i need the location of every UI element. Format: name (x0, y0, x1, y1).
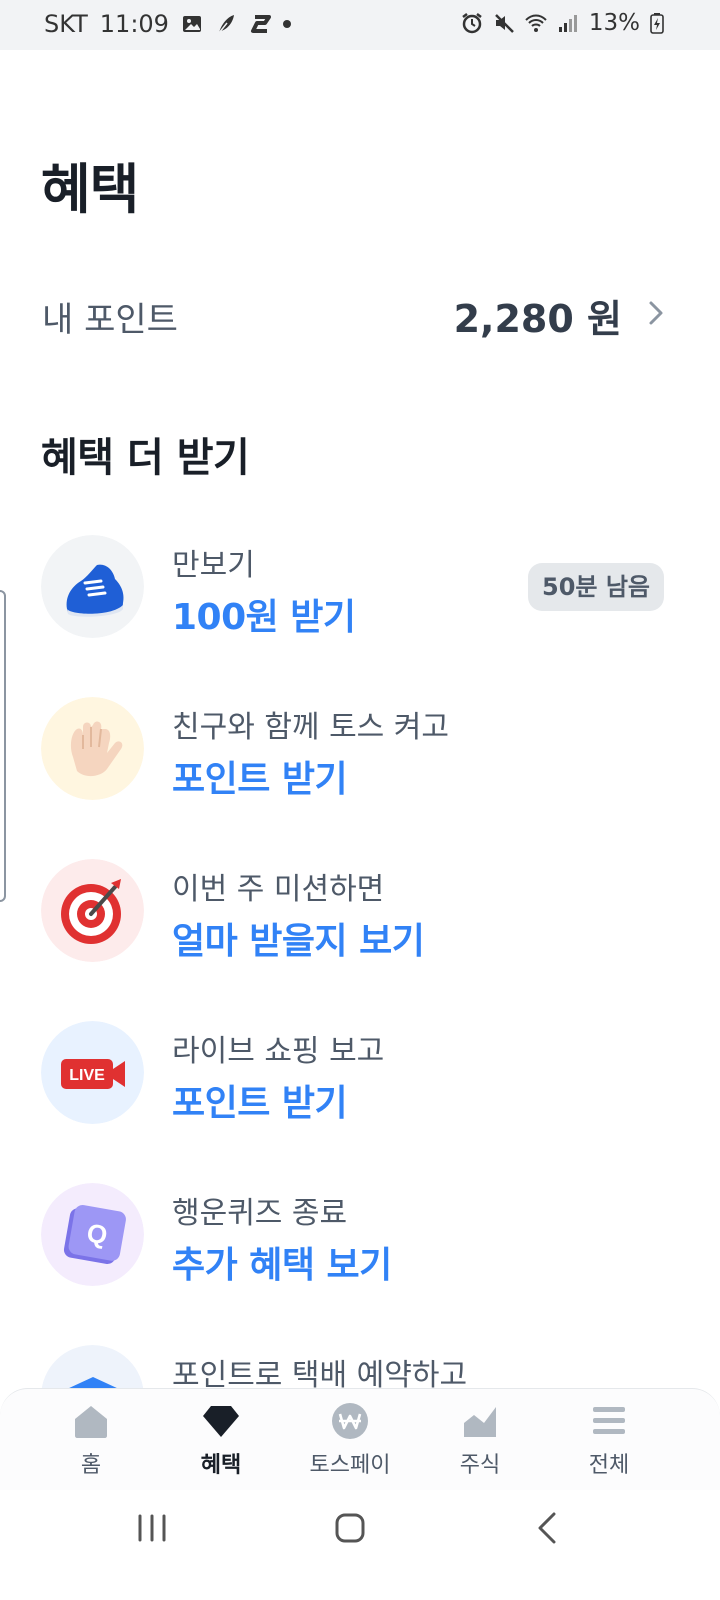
feather-icon (218, 15, 234, 34)
target-dart-icon (41, 859, 144, 962)
tab-all[interactable]: 전체 (549, 1401, 669, 1485)
benefit-item-pedometer[interactable]: 만보기 100원 받기 50분 남음 (0, 520, 720, 682)
benefit-subtitle: 만보기 (172, 548, 255, 583)
mute-icon (494, 14, 514, 33)
my-points-label: 내 포인트 (42, 300, 178, 340)
system-nav-bar (0, 1490, 720, 1600)
benefit-action: 포인트 받기 (172, 1083, 348, 1124)
benefit-item-live-shopping[interactable]: LIVE 라이브 쇼핑 보고 포인트 받기 (0, 1006, 720, 1168)
alarm-icon (462, 13, 482, 34)
tab-stocks[interactable]: 주식 (420, 1401, 540, 1485)
waving-hand-icon (41, 697, 144, 800)
sneaker-icon (41, 535, 144, 638)
my-points-value: 2,280 원 (453, 297, 622, 341)
tab-label: 전체 (588, 1453, 630, 1478)
tab-tosspay[interactable]: 토스페이 (290, 1401, 410, 1485)
tab-benefits[interactable]: 혜택 (161, 1401, 281, 1485)
wifi-icon (525, 14, 547, 32)
stock-chart-icon (464, 1407, 496, 1437)
s-app-icon (250, 15, 271, 33)
benefit-subtitle: 라이브 쇼핑 보고 (172, 1034, 385, 1069)
home-button-icon[interactable] (310, 1508, 390, 1548)
battery-percent: 13% (588, 10, 640, 36)
time-label: 11:09 (99, 10, 169, 38)
battery-icon (650, 13, 664, 34)
notification-dot-icon (282, 20, 291, 28)
tab-label: 주식 (459, 1453, 501, 1478)
signal-icon (558, 15, 577, 32)
tab-label: 홈 (80, 1453, 102, 1478)
benefit-subtitle: 친구와 함께 토스 켜고 (172, 710, 450, 745)
home-icon (75, 1406, 107, 1438)
won-coin-icon (332, 1403, 368, 1439)
time-remaining-badge: 50분 남음 (528, 563, 664, 611)
menu-icon (593, 1407, 625, 1434)
live-icon-text: LIVE (69, 1067, 105, 1084)
benefit-list: 만보기 100원 받기 50분 남음 친구와 함께 토스 켜고 포인트 받기 이… (0, 520, 720, 1492)
page-title: 혜택 (41, 158, 139, 221)
benefit-subtitle: 행운퀴즈 종료 (172, 1196, 348, 1231)
benefit-item-friends[interactable]: 친구와 함께 토스 켜고 포인트 받기 (0, 682, 720, 844)
gallery-icon (182, 16, 201, 32)
carrier-label: SKT (44, 10, 88, 38)
benefit-action: 얼마 받을지 보기 (172, 921, 425, 962)
benefit-item-mission[interactable]: 이번 주 미션하면 얼마 받을지 보기 (0, 844, 720, 1006)
benefit-action: 100원 받기 (172, 597, 356, 638)
benefit-gem-icon (203, 1406, 239, 1437)
tab-home[interactable]: 홈 (31, 1401, 151, 1485)
benefit-action: 추가 혜택 보기 (172, 1245, 392, 1286)
recent-apps-icon[interactable] (112, 1508, 192, 1548)
my-points-row[interactable]: 내 포인트 2,280 원 (0, 270, 720, 360)
benefit-subtitle: 이번 주 미션하면 (172, 872, 385, 907)
quiz-cube-icon: Q (41, 1183, 144, 1286)
live-camera-icon: LIVE (41, 1021, 144, 1124)
back-icon[interactable] (508, 1508, 588, 1548)
benefit-action: 포인트 받기 (172, 759, 348, 800)
status-bar: SKT 11:09 13% (0, 0, 720, 50)
benefit-item-quiz[interactable]: Q 행운퀴즈 종료 추가 혜택 보기 (0, 1168, 720, 1330)
tab-label: 혜택 (200, 1453, 242, 1478)
tab-label: 토스페이 (309, 1453, 391, 1478)
chevron-right-icon (649, 301, 663, 325)
bottom-tab-bar: 홈 혜택 토스페이 주식 전체 (0, 1388, 720, 1490)
section-title: 혜택 더 받기 (41, 435, 250, 481)
